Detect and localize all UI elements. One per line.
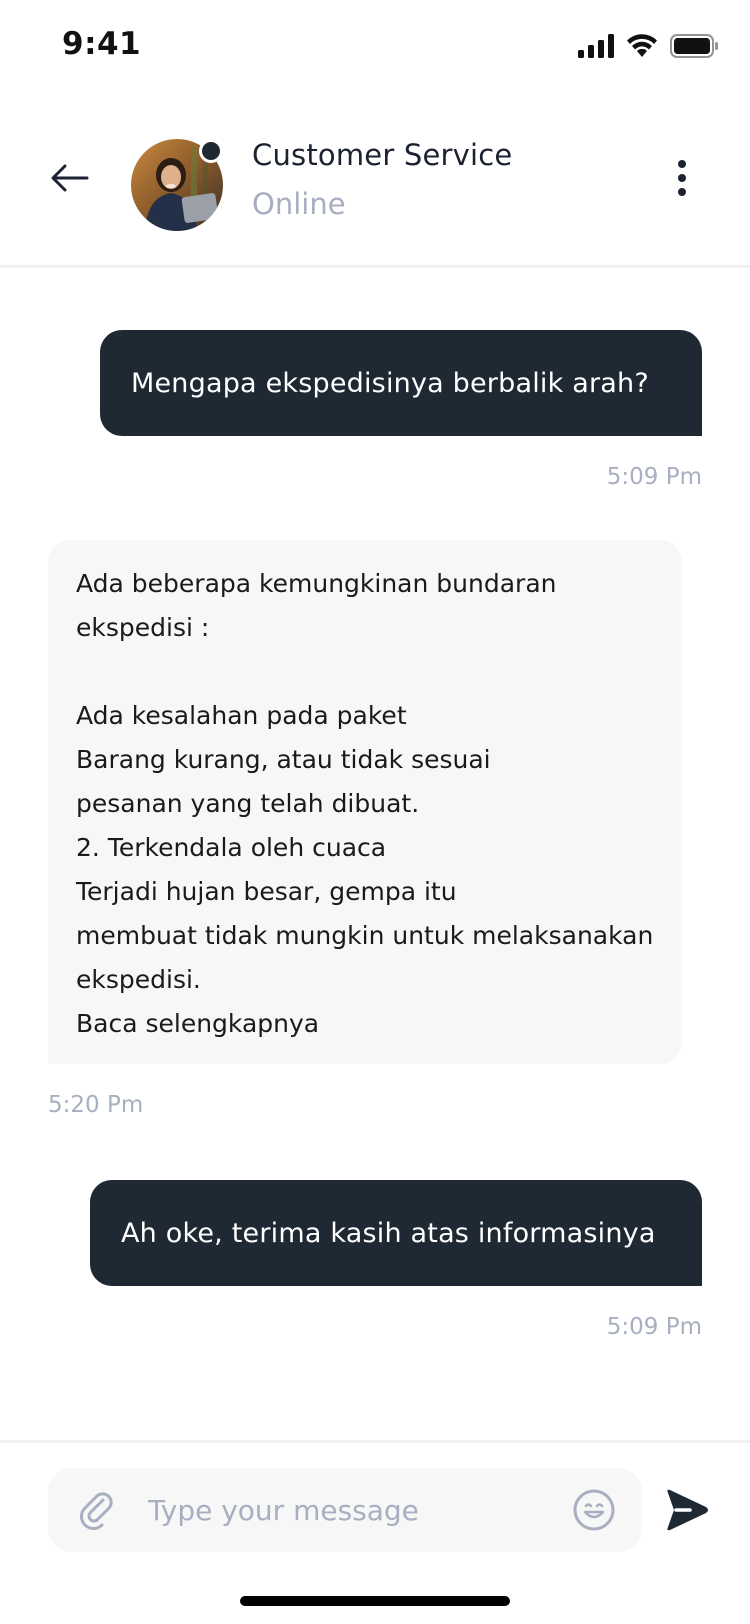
emoji-button[interactable] — [572, 1488, 616, 1532]
battery-icon — [670, 34, 718, 58]
cellular-signal-icon — [578, 34, 614, 58]
more-vertical-icon — [678, 160, 686, 196]
contact-name: Customer Service — [252, 138, 513, 172]
message-time: 5:09 Pm — [606, 464, 702, 490]
status-bar: 9:41 — [0, 0, 750, 94]
composer-divider — [0, 1440, 750, 1443]
message-bubble-outgoing[interactable]: Mengapa ekspedisinya berbalik arah? — [100, 330, 702, 436]
attach-button[interactable] — [76, 1488, 120, 1532]
message-bubble-outgoing[interactable]: Ah oke, terima kasih atas informasinya — [90, 1180, 702, 1286]
message-time: 5:20 Pm — [48, 1092, 144, 1118]
wifi-icon — [627, 34, 657, 57]
send-button[interactable] — [664, 1487, 710, 1533]
contact-avatar[interactable] — [131, 139, 223, 231]
more-options-button[interactable] — [660, 156, 704, 200]
online-indicator — [199, 139, 223, 163]
chat-screen: 9:41 Customer Service Online Mengapa eks… — [0, 0, 750, 1624]
message-bubble-incoming[interactable]: Ada beberapa kemungkinan bundaran eksped… — [48, 540, 682, 1064]
back-button[interactable] — [46, 154, 94, 202]
contact-status: Online — [252, 187, 346, 221]
home-indicator[interactable] — [240, 1596, 510, 1606]
message-composer — [48, 1468, 642, 1552]
message-time: 5:09 Pm — [606, 1314, 702, 1340]
arrow-left-icon — [51, 164, 89, 192]
smiley-icon — [573, 1489, 615, 1531]
status-time: 9:41 — [62, 26, 142, 62]
status-icons — [578, 34, 718, 58]
chat-header: Customer Service Online — [0, 94, 750, 268]
paperclip-icon — [80, 1492, 113, 1530]
send-icon — [667, 1489, 708, 1531]
message-input[interactable] — [148, 1482, 548, 1538]
